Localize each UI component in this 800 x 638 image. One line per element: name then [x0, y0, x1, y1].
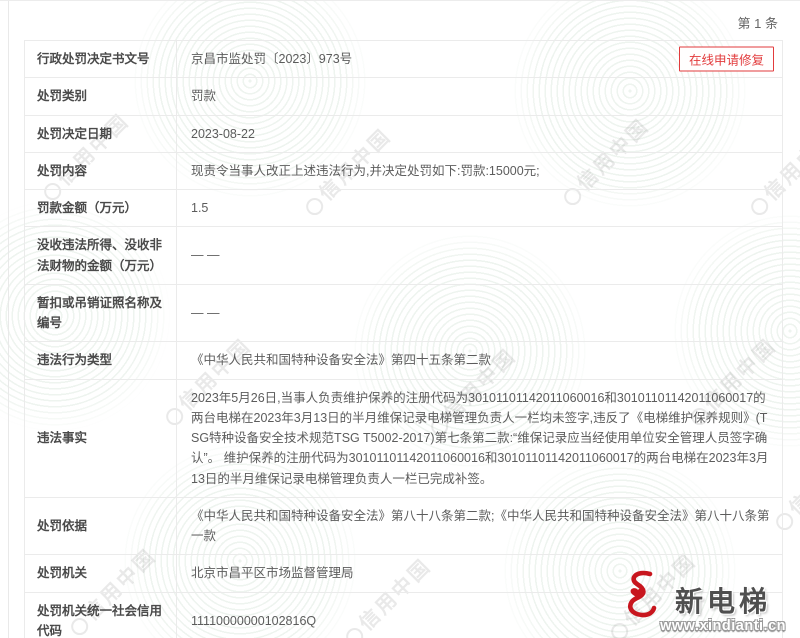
row-label: 没收违法所得、没收非法财物的金额（万元）: [25, 227, 177, 285]
record-index: 第 1 条: [738, 16, 778, 31]
page-left-divider: [8, 1, 9, 638]
table-row: 处罚决定日期 2023-08-22: [25, 115, 783, 152]
credit-record-page: 信用中国信用中国信用中国信用中国信用中国信用中国信用中国信用中国信用中国信用中国…: [0, 0, 800, 638]
row-value: — —: [177, 284, 783, 342]
row-label: 处罚类别: [25, 78, 177, 115]
table-row: 暂扣或吊销证照名称及编号 — —: [25, 284, 783, 342]
row-value: 京昌市监处罚〔2023〕973号在线申请修复: [177, 41, 783, 78]
xindianti-figure-icon: [622, 569, 658, 624]
page-header: 第 1 条: [0, 1, 800, 40]
online-repair-button[interactable]: 在线申请修复: [679, 47, 774, 72]
row-label: 处罚机关统一社会信用代码: [25, 592, 177, 638]
row-value: 罚款: [177, 78, 783, 115]
row-value: 《中华人民共和国特种设备安全法》第四十五条第二款: [177, 342, 783, 379]
row-label: 违法行为类型: [25, 342, 177, 379]
table-row: 罚款金额（万元） 1.5: [25, 190, 783, 227]
table-row: 处罚类别 罚款: [25, 78, 783, 115]
row-label: 行政处罚决定书文号: [25, 41, 177, 78]
row-label: 处罚机关: [25, 555, 177, 592]
logo-text: 新电梯: [660, 580, 786, 620]
penalty-detail-table: 行政处罚决定书文号 京昌市监处罚〔2023〕973号在线申请修复 处罚类别 罚款…: [24, 40, 783, 638]
row-label: 处罚内容: [25, 152, 177, 189]
row-value: 现责令当事人改正上述违法行为,并决定处罚如下:罚款:15000元;: [177, 152, 783, 189]
row-value: 2023-08-22: [177, 115, 783, 152]
row-label: 暂扣或吊销证照名称及编号: [25, 284, 177, 342]
row-value: — —: [177, 227, 783, 285]
table-row: 没收违法所得、没收非法财物的金额（万元） — —: [25, 227, 783, 285]
row-value: 1.5: [177, 190, 783, 227]
table-row: 行政处罚决定书文号 京昌市监处罚〔2023〕973号在线申请修复: [25, 41, 783, 78]
table-row: 违法行为类型 《中华人民共和国特种设备安全法》第四十五条第二款: [25, 342, 783, 379]
logo-url: www.xindianti.cn: [660, 618, 786, 634]
table-row: 违法事实 2023年5月26日,当事人负责维护保养的注册代码为301011011…: [25, 379, 783, 497]
row-label: 罚款金额（万元）: [25, 190, 177, 227]
xindianti-logo: 新电梯 www.xindianti.cn: [622, 569, 786, 634]
table-row: 处罚内容 现责令当事人改正上述违法行为,并决定处罚如下:罚款:15000元;: [25, 152, 783, 189]
row-label: 处罚依据: [25, 497, 177, 555]
row-label: 违法事实: [25, 379, 177, 497]
table-row: 处罚依据 《中华人民共和国特种设备安全法》第八十八条第二款;《中华人民共和国特种…: [25, 497, 783, 555]
row-value: 2023年5月26日,当事人负责维护保养的注册代码为30101101142011…: [177, 379, 783, 497]
row-value: 《中华人民共和国特种设备安全法》第八十八条第二款;《中华人民共和国特种设备安全法…: [177, 497, 783, 555]
row-label: 处罚决定日期: [25, 115, 177, 152]
